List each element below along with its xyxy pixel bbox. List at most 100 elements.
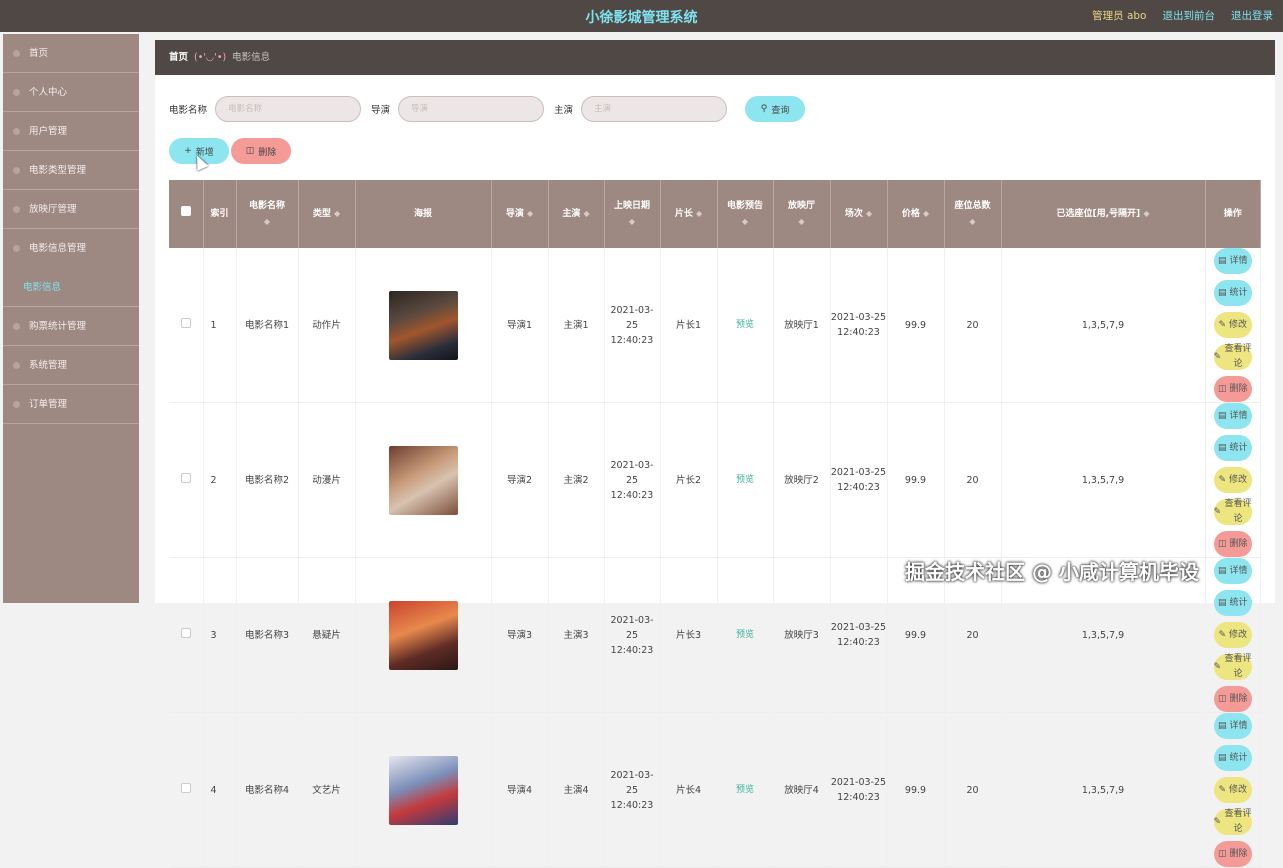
sidebar-item-profile[interactable]: 个人中心	[3, 73, 139, 112]
header-seats[interactable]: 座位总数 ◆	[944, 180, 1002, 248]
poster-image[interactable]	[388, 445, 458, 515]
cell-length: 片长1	[660, 248, 718, 403]
sidebar-item-system[interactable]: 系统管理	[3, 346, 139, 385]
row-delete-button[interactable]: ◫ 删除	[1213, 686, 1252, 712]
detail-button[interactable]: ▤ 详情	[1213, 403, 1252, 429]
row-select-cell[interactable]	[169, 557, 204, 713]
select-all-checkbox[interactable]	[180, 206, 191, 216]
menu-dot-icon	[13, 167, 20, 174]
logout-link[interactable]: 退出登录	[1231, 8, 1273, 23]
edit-button[interactable]: ✎ 修改	[1213, 622, 1252, 648]
row-select-cell[interactable]	[169, 402, 204, 558]
header-name[interactable]: 电影名称 ◆	[236, 180, 299, 248]
sidebar-item-home[interactable]: 首页	[3, 34, 139, 73]
preview-link[interactable]: 预览	[736, 785, 754, 795]
menu-dot-icon	[13, 50, 20, 57]
row-checkbox[interactable]	[180, 472, 191, 483]
preview-link[interactable]: 预览	[736, 630, 754, 640]
sidebar-subitem-movie-info[interactable]: 电影信息	[3, 268, 139, 307]
sidebar-item-label: 购票统计管理	[29, 321, 87, 332]
trash-icon: ◫	[1217, 848, 1227, 859]
row-checkbox[interactable]	[180, 782, 191, 793]
detail-label: 详情	[1229, 565, 1248, 576]
header-hall[interactable]: 放映厅 ◆	[773, 180, 831, 248]
view-comments-button[interactable]: ✎ 查看评论	[1213, 499, 1252, 525]
edit-button[interactable]: ✎ 修改	[1213, 467, 1252, 493]
sidebar-item-orders[interactable]: 订单管理	[3, 385, 139, 424]
detail-label: 详情	[1229, 720, 1248, 731]
edit-label: 修改	[1229, 474, 1248, 485]
delete-button[interactable]: ◫ 删除	[231, 138, 291, 164]
sidebar-item-movie-types[interactable]: 电影类型管理	[3, 151, 139, 190]
cell-price: 99.9	[887, 712, 945, 868]
cell-date: 2021-03-25 12:40:23	[604, 557, 661, 713]
detail-button[interactable]: ▤ 详情	[1213, 558, 1252, 584]
stat-button[interactable]: ▤ 统计	[1213, 590, 1252, 616]
detail-button[interactable]: ▤ 详情	[1213, 713, 1252, 739]
header-label: 场次	[844, 209, 863, 219]
movie-name-input[interactable]: 电影名称	[215, 96, 362, 122]
view-comments-button[interactable]: ✎ 查看评论	[1213, 809, 1252, 835]
stat-button[interactable]: ▤ 统计	[1213, 745, 1252, 771]
row-select-cell[interactable]	[169, 712, 204, 868]
cell-name: 电影名称1	[236, 248, 299, 403]
header-session[interactable]: 场次 ◆	[830, 180, 888, 248]
sidebar-item-ticket-stats[interactable]: 购票统计管理	[3, 307, 139, 346]
header-preview[interactable]: 电影预告 ◆	[717, 180, 774, 248]
comment-label: 查看评论	[1224, 344, 1252, 369]
menu-dot-icon	[13, 206, 20, 213]
edit-button[interactable]: ✎ 修改	[1213, 777, 1252, 803]
header-price[interactable]: 价格 ◆	[887, 180, 945, 248]
header-director[interactable]: 导演 ◆	[491, 180, 549, 248]
header-ops: 操作	[1205, 180, 1261, 248]
row-checkbox[interactable]	[180, 627, 191, 638]
view-comments-button[interactable]: ✎ 查看评论	[1213, 344, 1252, 370]
row-select-cell[interactable]	[169, 248, 204, 403]
select-all-cell[interactable]	[169, 180, 204, 248]
breadcrumb-current: 电影信息	[232, 52, 271, 63]
breadcrumb-home[interactable]: 首页	[169, 40, 188, 75]
sidebar-item-users[interactable]: 用户管理	[3, 112, 139, 151]
breadcrumb: 首页 (•'◡'•) 电影信息	[155, 40, 1275, 75]
actor-input[interactable]: 主演	[581, 96, 728, 122]
poster-image[interactable]	[388, 290, 458, 360]
sidebar-item-label: 用户管理	[29, 126, 68, 137]
search-button[interactable]: ⚲ 查询	[745, 96, 806, 122]
stat-button[interactable]: ▤ 统计	[1213, 280, 1252, 306]
poster-image[interactable]	[388, 755, 458, 825]
director-input[interactable]: 导演	[398, 96, 545, 122]
row-delete-button[interactable]: ◫ 删除	[1213, 531, 1252, 557]
edit-label: 修改	[1229, 629, 1248, 640]
view-comments-button[interactable]: ✎ 查看评论	[1213, 654, 1252, 680]
doc-icon: ▤	[1217, 442, 1227, 453]
menu-dot-icon	[13, 245, 20, 252]
row-delete-button[interactable]: ◫ 删除	[1213, 841, 1252, 867]
sidebar-item-movie-info-mgmt[interactable]: 电影信息管理	[3, 229, 139, 268]
watermark: 掘金技术社区 @ 小咸计算机毕设	[905, 560, 1199, 584]
sort-icon: ◆	[969, 216, 976, 226]
stat-button[interactable]: ▤ 统计	[1213, 435, 1252, 461]
header-selected[interactable]: 已选座位[用,号隔开] ◆	[1001, 180, 1206, 248]
comment-label: 查看评论	[1224, 809, 1252, 834]
sidebar-item-halls[interactable]: 放映厅管理	[3, 190, 139, 229]
header-length[interactable]: 片长 ◆	[660, 180, 718, 248]
cell-preview: 预览	[717, 557, 774, 713]
cell-length: 片长2	[660, 402, 718, 558]
front-link[interactable]: 退出到前台	[1163, 8, 1216, 23]
doc-icon: ▤	[1217, 720, 1227, 731]
row-delete-button[interactable]: ◫ 删除	[1213, 376, 1252, 402]
detail-button[interactable]: ▤ 详情	[1213, 248, 1252, 274]
preview-link[interactable]: 预览	[736, 320, 754, 330]
pencil-icon: ✎	[1213, 351, 1222, 362]
edit-button[interactable]: ✎ 修改	[1213, 312, 1252, 338]
header-label: 类型	[312, 209, 331, 219]
header-date[interactable]: 上映日期 ◆	[604, 180, 661, 248]
cell-type: 悬疑片	[298, 557, 356, 713]
row-checkbox[interactable]	[180, 317, 191, 328]
cell-type: 动漫片	[298, 402, 356, 558]
header-type[interactable]: 类型 ◆	[298, 180, 356, 248]
poster-image[interactable]	[388, 600, 458, 670]
header-actor[interactable]: 主演 ◆	[548, 180, 605, 248]
remove-label: 删除	[1229, 693, 1248, 704]
preview-link[interactable]: 预览	[736, 475, 754, 485]
